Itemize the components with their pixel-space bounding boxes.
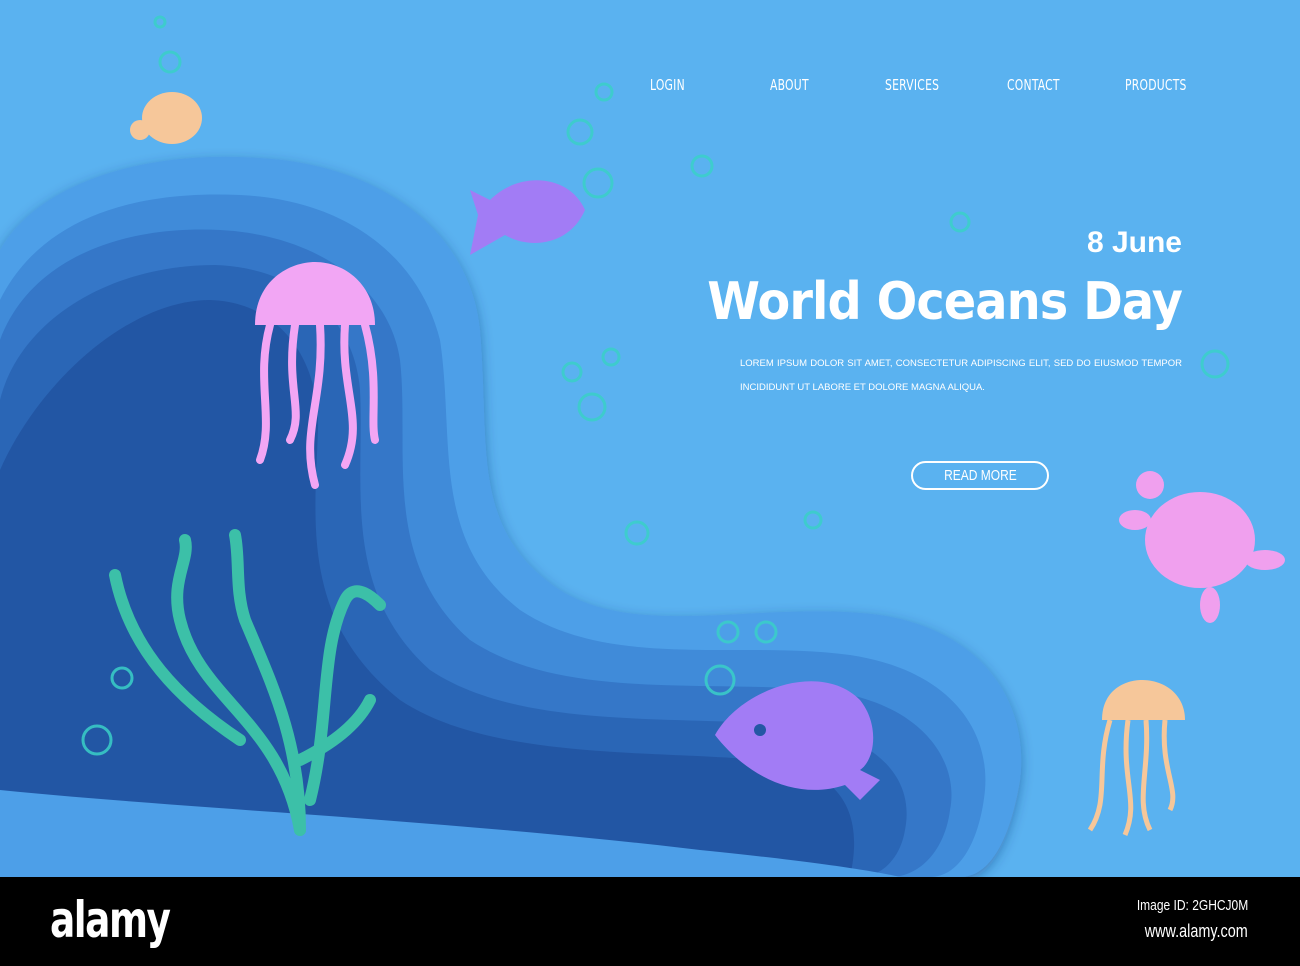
image-id: Image ID: 2GHCJ0M (1136, 897, 1248, 914)
nav-contact[interactable]: CONTACT (1007, 76, 1060, 94)
alamy-logo: alamy (50, 891, 171, 949)
hero-description: LOREM IPSUM DOLOR SIT AMET, CONSECTETUR … (740, 358, 1182, 393)
nav-services[interactable]: SERVICES (885, 76, 939, 94)
ocean-illustration (0, 15, 1285, 877)
hero-title: World Oceans Day (707, 272, 1183, 332)
read-more-button[interactable]: READ MORE (911, 461, 1049, 490)
nav-login[interactable]: LOGIN (650, 76, 685, 94)
footer-bar: alamy Image ID: 2GHCJ0M www.alamy.com (0, 877, 1300, 966)
nav-products[interactable]: PRODUCTS (1125, 76, 1187, 94)
jellyfish-small-icon (1087, 680, 1185, 836)
site-url: www.alamy.com (1145, 921, 1248, 941)
fish-eye-icon (754, 724, 766, 736)
paper-cut-layers (0, 156, 1022, 877)
turtle-small-icon (130, 92, 202, 144)
turtle-icon (1119, 471, 1285, 623)
read-more-label: READ MORE (943, 467, 1017, 484)
nav-about[interactable]: ABOUT (770, 76, 809, 94)
hero-date: 8 June (1086, 226, 1182, 259)
